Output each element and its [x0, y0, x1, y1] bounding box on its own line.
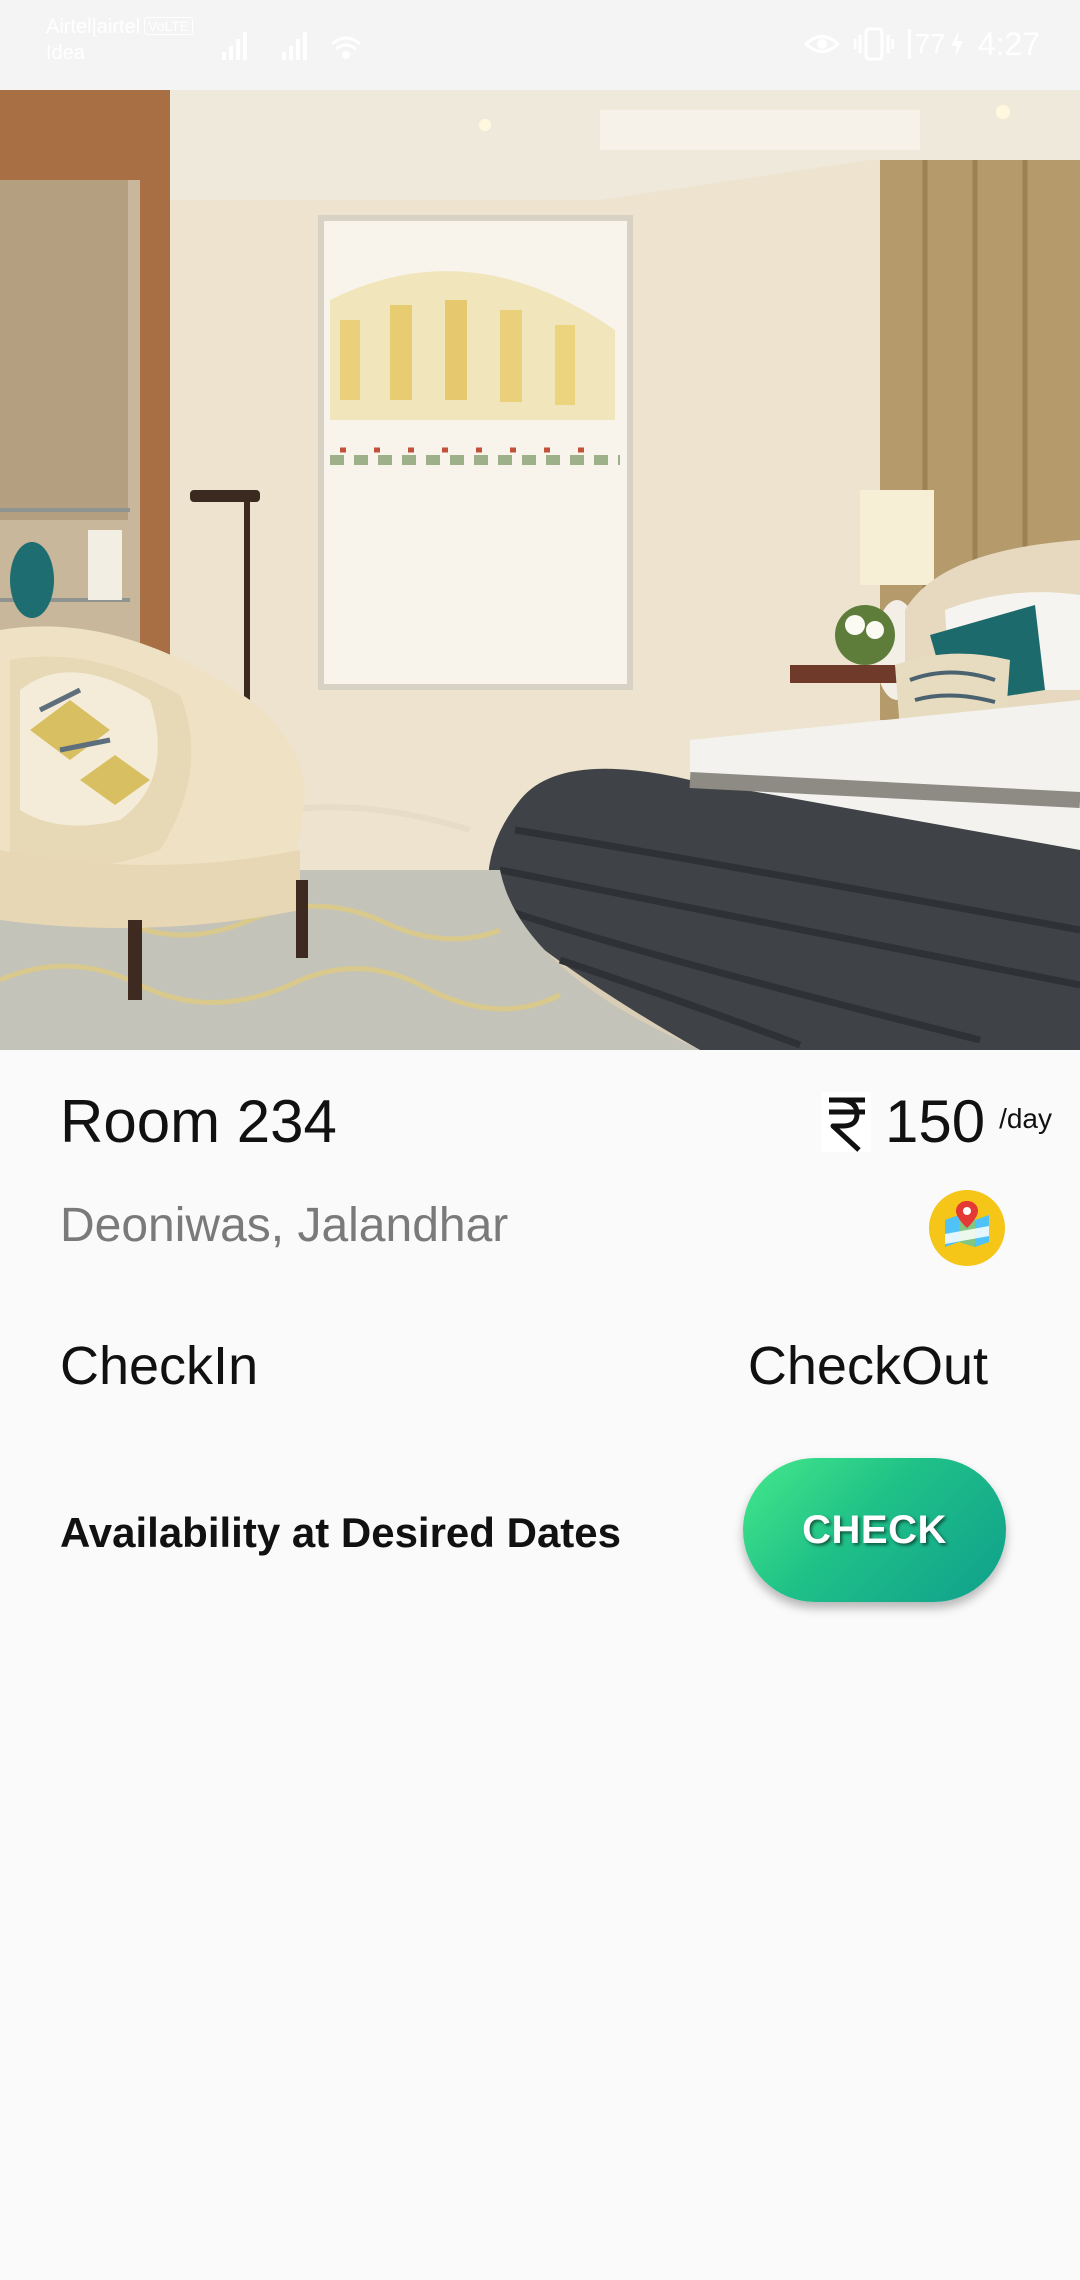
room-title: Room 234	[60, 1088, 337, 1155]
carrier-primary: Airtel|airtel	[46, 16, 141, 38]
signal-icons	[222, 32, 361, 60]
vibrate-icon	[853, 27, 894, 61]
battery-level: 77	[914, 28, 946, 59]
checkout-label[interactable]: CheckOut	[748, 1334, 988, 1398]
clock: 4:27	[977, 25, 1040, 62]
volte-badge: VoLTE	[144, 17, 194, 35]
carrier-info: Airtel|airtel VoLTE Idea	[46, 14, 194, 66]
status-right: 77 4:27	[803, 24, 1040, 64]
rupee-icon	[820, 1092, 871, 1152]
check-availability-button[interactable]: CHECK	[743, 1458, 1006, 1602]
eye-comfort-icon	[803, 35, 840, 53]
carrier-secondary: Idea	[46, 42, 85, 64]
price-unit: /day	[999, 1103, 1052, 1134]
maps-icon[interactable]	[929, 1190, 1005, 1266]
location-text: Deoniwas, Jalandhar	[60, 1199, 509, 1252]
room-photo	[0, 90, 1080, 1050]
price-value: 150	[884, 1088, 986, 1155]
signal-1-icon	[222, 32, 247, 60]
checkin-label[interactable]: CheckIn	[60, 1334, 258, 1398]
availability-label: Availability at Desired Dates	[60, 1509, 622, 1556]
room-photo-illustration	[0, 90, 1080, 1050]
charging-bolt-icon	[950, 31, 963, 57]
status-bar: Airtel|airtel VoLTE Idea 77 4:27	[0, 0, 1080, 90]
signal-2-icon	[282, 32, 307, 60]
battery-indicator: 77	[907, 28, 964, 60]
price: 150 /day	[820, 1086, 1052, 1158]
wifi-icon	[331, 36, 361, 59]
